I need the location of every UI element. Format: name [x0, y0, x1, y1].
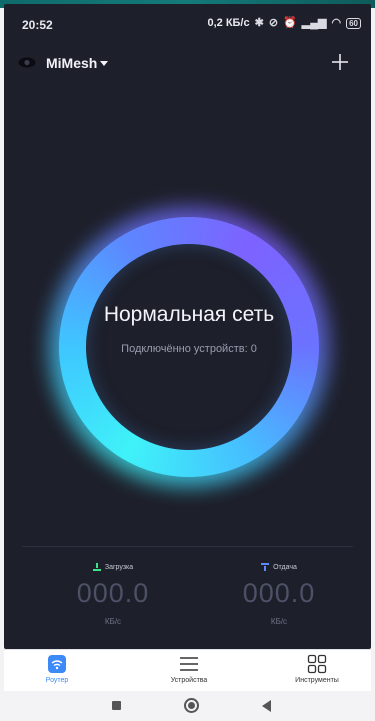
- connected-devices-count: Подключённо устройств: 0: [121, 343, 257, 355]
- list-icon: [180, 657, 198, 671]
- upload-label: Отдача: [273, 563, 297, 571]
- network-name[interactable]: MiMesh: [46, 55, 97, 71]
- tab-tools-label: Инструменты: [295, 677, 339, 684]
- bottom-tab-bar: Роутер Устройства Инструменты: [4, 649, 371, 691]
- eye-icon[interactable]: [18, 57, 36, 68]
- battery-icon: 60: [346, 17, 361, 29]
- status-bar: 20:52 0,2 КБ/с ✱ ⊘ ⏰ ▂▄▆ ◠ 60: [4, 4, 371, 38]
- grid-icon: [307, 654, 327, 674]
- tab-router[interactable]: Роутер: [12, 654, 102, 684]
- system-nav-bar: [4, 691, 371, 721]
- wifi-icon: ◠: [331, 16, 342, 29]
- dnd-icon: ⊘: [268, 16, 279, 29]
- download-icon: [92, 563, 101, 571]
- upload-value: 000.0: [242, 578, 316, 608]
- tab-router-label: Роутер: [45, 677, 69, 684]
- upload-stat: Отдача 000.0 КБ/с: [204, 560, 354, 626]
- network-speed: 0,2 КБ/с: [207, 17, 250, 29]
- download-unit: КБ/с: [104, 617, 122, 626]
- router-wifi-icon: [48, 655, 66, 673]
- signal-icon: ▂▄▆: [301, 16, 327, 29]
- status-time: 20:52: [22, 18, 53, 32]
- tab-devices[interactable]: Устройства: [144, 654, 234, 684]
- status-indicators: 0,2 КБ/с ✱ ⊘ ⏰ ▂▄▆ ◠ 60: [207, 17, 361, 29]
- tab-devices-label: Устройства: [170, 677, 208, 684]
- caret-down-icon[interactable]: [100, 61, 108, 66]
- network-status-ring[interactable]: Нормальная сеть Подключённо устройств: 0: [49, 207, 329, 487]
- screen-frame: 20:52 0,2 КБ/с ✱ ⊘ ⏰ ▂▄▆ ◠ 60 MiMesh Нор…: [0, 0, 375, 721]
- upload-icon: [261, 563, 270, 571]
- bluetooth-icon: ✱: [254, 16, 264, 29]
- download-stat: Загрузка 000.0 КБ/с: [38, 560, 188, 626]
- add-icon[interactable]: [329, 51, 351, 73]
- divider: [22, 546, 353, 547]
- app-header: MiMesh: [4, 46, 371, 80]
- download-label: Загрузка: [104, 563, 134, 571]
- app-screen: 20:52 0,2 КБ/с ✱ ⊘ ⏰ ▂▄▆ ◠ 60 MiMesh Нор…: [4, 4, 371, 649]
- alarm-icon: ⏰: [283, 16, 297, 29]
- upload-unit: КБ/с: [270, 617, 288, 626]
- download-value: 000.0: [76, 578, 150, 608]
- network-status-title: Нормальная сеть: [103, 303, 275, 326]
- back-icon[interactable]: [262, 700, 271, 712]
- recents-icon[interactable]: [112, 701, 121, 710]
- tab-tools[interactable]: Инструменты: [272, 654, 362, 684]
- home-icon[interactable]: [184, 698, 199, 713]
